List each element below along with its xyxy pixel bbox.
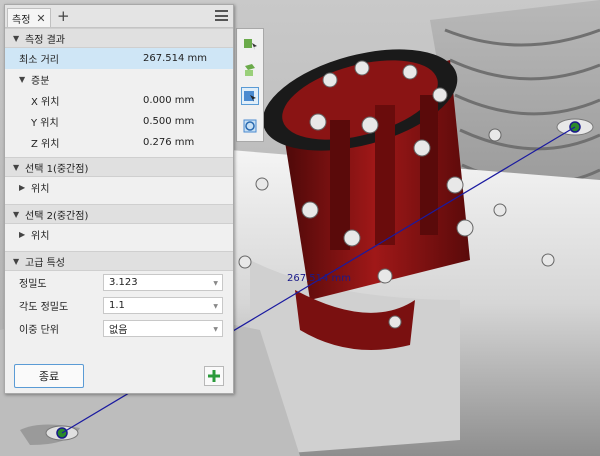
menu-icon[interactable]	[215, 10, 228, 21]
dual-unit-label: 이중 단위	[19, 325, 59, 336]
min-distance-label: 최소 거리	[19, 55, 59, 66]
close-icon[interactable]: ✕	[36, 12, 45, 25]
delta-y-row: Y 위치 0.500 mm	[5, 111, 233, 132]
expanded-arrow-icon: ▼	[13, 209, 20, 219]
done-button[interactable]: 종료	[14, 364, 84, 388]
chevron-down-icon: ▼	[213, 303, 218, 310]
delta-x-label: X 위치	[31, 97, 60, 108]
precision-select[interactable]: 3.123 ▼	[103, 274, 223, 291]
section-selection-1[interactable]: ▼ 선택 1(중간점)	[5, 157, 233, 177]
precision-row: 정밀도 3.123 ▼	[5, 271, 233, 294]
chevron-down-icon: ▼	[213, 326, 218, 333]
section-title: 선택 1(중간점)	[25, 163, 89, 175]
selection-1-position-row[interactable]: ▶ 위치	[5, 177, 233, 198]
angle-precision-value: 1.1	[109, 300, 125, 311]
selection-2-position-row[interactable]: ▶ 위치	[5, 224, 233, 245]
delta-z-value: 0.276 mm	[143, 137, 195, 148]
angle-precision-select[interactable]: 1.1 ▼	[103, 297, 223, 314]
select-loop-icon	[243, 119, 257, 133]
section-title: 고급 특성	[25, 257, 65, 269]
expanded-arrow-icon: ▼	[19, 75, 26, 84]
selection-toolbar	[236, 28, 264, 142]
dual-unit-value: 없음	[109, 325, 128, 336]
delta-group[interactable]: ▼ 증분	[5, 69, 233, 90]
min-distance-row[interactable]: 최소 거리 267.514 mm	[5, 48, 233, 69]
collapsed-arrow-icon: ▶	[19, 230, 26, 239]
delta-z-row: Z 위치 0.276 mm	[5, 132, 233, 153]
precision-value: 3.123	[109, 277, 138, 288]
measure-panel: 측정 ✕ + ▼ 측정 결과 최소 거리 267.514 mm ▼ 증분 X 위…	[4, 4, 234, 394]
panel-tabbar: 측정 ✕ +	[5, 5, 233, 28]
select-tool-4[interactable]	[241, 117, 259, 135]
select-icon	[244, 39, 257, 50]
section-title: 측정 결과	[25, 34, 65, 46]
delta-title: 증분	[31, 76, 50, 87]
measure-distance-label: 267.514 mm	[287, 273, 352, 284]
delta-x-row: X 위치 0.000 mm	[5, 90, 233, 111]
delta-y-value: 0.500 mm	[143, 116, 195, 127]
tab-measure[interactable]: 측정 ✕	[7, 8, 51, 27]
select-tool-2[interactable]	[241, 61, 259, 79]
plus-icon	[208, 370, 220, 382]
selection-2-position-label: 위치	[31, 231, 50, 242]
section-advanced[interactable]: ▼ 고급 특성	[5, 251, 233, 271]
section-selection-2[interactable]: ▼ 선택 2(중간점)	[5, 204, 233, 224]
section-measure-result[interactable]: ▼ 측정 결과	[5, 28, 233, 48]
min-distance-value: 267.514 mm	[143, 53, 208, 64]
select-tool-3[interactable]	[241, 87, 259, 105]
expanded-arrow-icon: ▼	[13, 256, 20, 266]
delta-y-label: Y 위치	[31, 118, 59, 129]
chevron-down-icon: ▼	[213, 280, 218, 287]
selection-1-position-label: 위치	[31, 184, 50, 195]
delta-x-value: 0.000 mm	[143, 95, 195, 106]
section-title: 선택 2(중간점)	[25, 210, 89, 222]
expanded-arrow-icon: ▼	[13, 162, 20, 172]
select-tool-1[interactable]	[241, 35, 259, 53]
precision-label: 정밀도	[19, 279, 47, 290]
angle-precision-row: 각도 정밀도 1.1 ▼	[5, 294, 233, 317]
dual-unit-row: 이중 단위 없음 ▼	[5, 317, 233, 340]
add-tab-icon[interactable]: +	[57, 8, 70, 24]
expanded-arrow-icon: ▼	[13, 33, 20, 43]
select-face-icon	[245, 64, 255, 76]
add-measure-button[interactable]	[204, 366, 224, 386]
dual-unit-select[interactable]: 없음 ▼	[103, 320, 223, 337]
angle-precision-label: 각도 정밀도	[19, 302, 69, 313]
tab-measure-label: 측정	[12, 14, 31, 26]
select-body-icon	[244, 91, 256, 102]
delta-z-label: Z 위치	[31, 139, 60, 150]
collapsed-arrow-icon: ▶	[19, 183, 26, 192]
